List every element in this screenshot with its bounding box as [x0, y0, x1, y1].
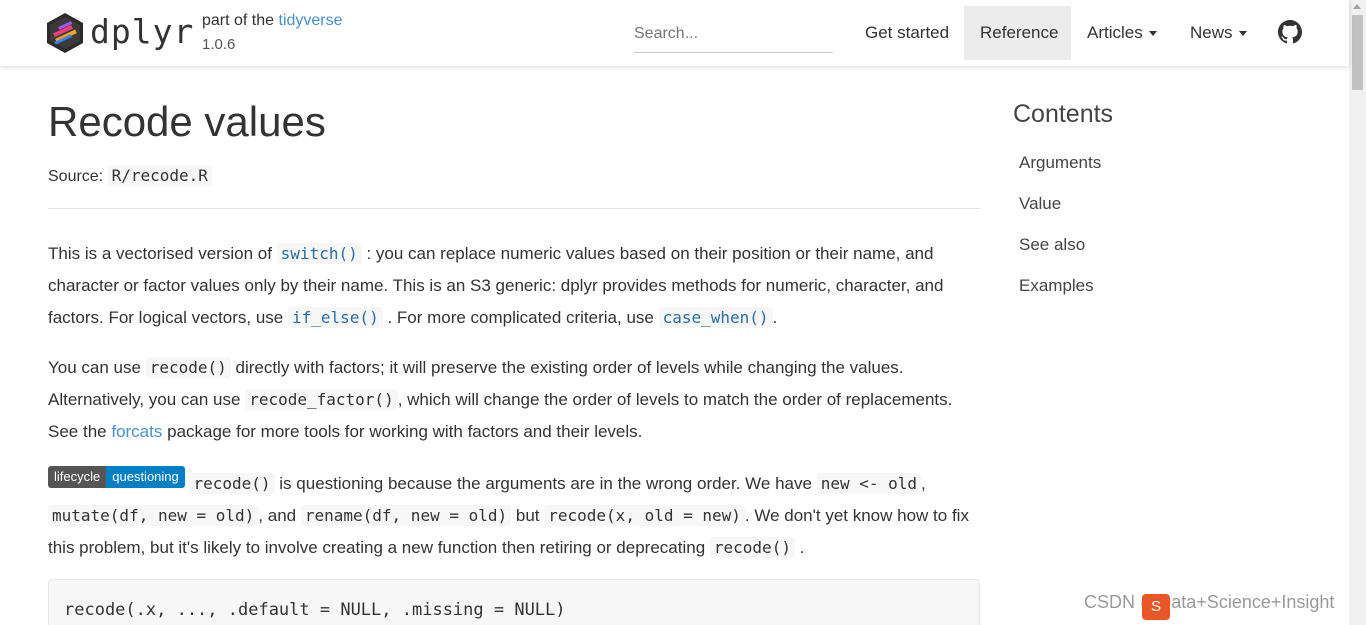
text: This is a vectorised version of	[48, 244, 272, 263]
case-when-function-link[interactable]: case_when()	[658, 307, 773, 328]
inline-code: new <- old	[816, 473, 922, 494]
nav-reference-label: Reference	[980, 23, 1059, 42]
part-of-text: part of the tidyverse	[202, 12, 343, 30]
text: but	[515, 506, 540, 525]
brand-name[interactable]: dplyr	[90, 12, 194, 51]
nav-get-started[interactable]: Get started	[849, 6, 965, 60]
scrollbar-thumb[interactable]	[1352, 15, 1363, 90]
contents-heading: Contents	[1013, 100, 1114, 128]
nav-news-dropdown[interactable]: News	[1174, 6, 1263, 60]
description-paragraph-1: This is a vectorised version of switch()…	[48, 238, 980, 334]
ime-toolbar: S	[1142, 594, 1366, 622]
inline-code: mutate(df, new = old)	[48, 505, 259, 526]
text: .	[799, 538, 805, 557]
inline-code: recode()	[189, 473, 275, 494]
navbar: dplyr part of the tidyverse 1.0.6 Get st…	[0, 0, 1349, 66]
source-line: Source: R/recode.R	[48, 165, 212, 186]
if-else-function-link[interactable]: if_else()	[288, 307, 383, 328]
text: , and	[258, 506, 297, 525]
tidyverse-link[interactable]: tidyverse	[279, 12, 343, 29]
toc-arguments[interactable]: Arguments	[1019, 153, 1101, 173]
sogou-ime-icon[interactable]: S	[1142, 594, 1170, 620]
nav-articles-label: Articles	[1087, 23, 1143, 42]
lifecycle-paragraph: lifecycle questioning recode() is questio…	[48, 466, 980, 564]
switch-function-link[interactable]: switch()	[276, 243, 362, 264]
page-title: Recode values	[48, 98, 326, 145]
text: package for more tools for working with …	[167, 422, 643, 441]
usage-code: recode(.x, ..., .default = NULL, .missin…	[64, 600, 566, 620]
github-icon[interactable]	[1278, 20, 1302, 44]
search-input[interactable]	[634, 16, 833, 53]
vertical-scrollbar[interactable]	[1349, 0, 1366, 625]
scroll-up-arrow-icon[interactable]	[1353, 4, 1361, 9]
nav-news-label: News	[1190, 23, 1233, 42]
toc-value[interactable]: Value	[1019, 194, 1061, 214]
lifecycle-badge[interactable]: lifecycle questioning	[48, 466, 185, 488]
text: You can use	[48, 358, 141, 377]
toc-examples[interactable]: Examples	[1019, 276, 1094, 296]
inline-code: recode()	[145, 357, 231, 378]
caret-down-icon	[1148, 31, 1157, 37]
text: ,	[921, 474, 926, 493]
source-file-link[interactable]: R/recode.R	[107, 165, 212, 186]
text: .	[772, 308, 778, 327]
inline-code: recode_factor()	[245, 389, 398, 410]
part-of-prefix: part of the	[202, 12, 275, 29]
dplyr-logo-icon[interactable]	[46, 12, 84, 54]
source-label: Source:	[48, 168, 104, 185]
badge-right: questioning	[106, 466, 185, 488]
inline-code: rename(df, new = old)	[300, 505, 512, 526]
caret-down-icon	[1238, 31, 1247, 37]
inline-code: recode()	[709, 537, 795, 558]
badge-left: lifecycle	[48, 466, 107, 488]
inline-code: recode(x, old = new)	[544, 505, 745, 526]
text: is questioning because the arguments are…	[279, 474, 812, 493]
text: . For more complicated criteria, use	[387, 308, 654, 327]
usage-code-block: recode(.x, ..., .default = NULL, .missin…	[48, 579, 980, 625]
forcats-link[interactable]: forcats	[111, 422, 162, 441]
nav-articles-dropdown[interactable]: Articles	[1071, 6, 1173, 60]
version-label: 1.0.6	[202, 36, 236, 53]
description-paragraph-2: You can use recode() directly with facto…	[48, 352, 980, 448]
divider	[48, 208, 980, 209]
toc-see-also[interactable]: See also	[1019, 235, 1085, 255]
nav-get-started-label: Get started	[865, 23, 950, 42]
nav-reference[interactable]: Reference	[964, 6, 1071, 60]
